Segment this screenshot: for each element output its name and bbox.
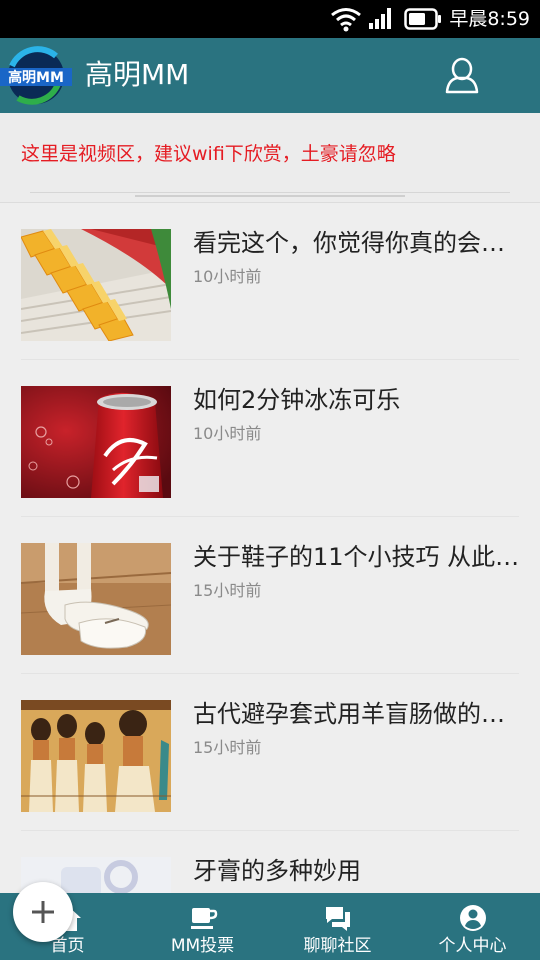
feed-item[interactable]: 如何2分钟冰冻可乐 10小时前 [0,360,540,517]
nav-label: MM投票 [170,936,235,956]
wifi-icon [331,8,361,32]
feed-item-time: 15小时前 [193,738,262,757]
feed-item[interactable]: 看完这个，你觉得你真的会吃水果吗 10小时前 [0,203,540,360]
feed-item-time: 15小时前 [193,581,262,600]
app-title: 高明MM [85,58,190,91]
feed-item-title: 如何2分钟冰冻可乐 [193,386,401,414]
notice-text: 这里是视频区，建议wifi下欣赏，土豪请忽略 [21,143,396,165]
divider [135,195,405,197]
feed-item-title: 看完这个，你觉得你真的会吃水果吗 [193,229,520,257]
logo-text: 高明MM [8,69,64,86]
egyptian-painting-image [21,700,171,812]
status-bar: 早晨8:59 [0,0,540,38]
app-bar: 高明MM 高明MM [0,38,540,113]
nav-vote[interactable]: MM投票 [135,893,270,960]
white-shoes-image [21,543,171,655]
bottom-nav: 首页 MM投票 聊聊社区 个人中心 [0,893,540,960]
add-button[interactable] [13,882,73,942]
feed-item[interactable]: 牙膏的多种妙用 [0,831,540,893]
nav-community[interactable]: 聊聊社区 [270,893,405,960]
fruit-image [21,229,171,341]
feed-item[interactable]: 古代避孕套式用羊盲肠做的你知道吗 15小时前 [0,674,540,831]
cola-can-image [21,386,171,498]
feed-item-title: 古代避孕套式用羊盲肠做的你知道吗 [193,700,520,728]
notice-banner: 这里是视频区，建议wifi下欣赏，土豪请忽略 [0,113,540,203]
feed-item[interactable]: 关于鞋子的11个小技巧 从此穿鞋不再烦恼 15小时前 [0,517,540,674]
nav-profile[interactable]: 个人中心 [405,893,540,960]
app-logo: 高明MM [0,46,72,105]
nav-label: 首页 [50,936,85,956]
status-time: 早晨8:59 [449,8,530,30]
feed-item-title: 牙膏的多种妙用 [193,857,361,885]
account-icon [459,905,486,931]
signal-icon [369,8,391,29]
cup-icon [190,908,217,929]
feed-item-time: 10小时前 [193,267,262,286]
divider [30,192,510,193]
chat-icon [325,907,350,931]
battery-icon [404,8,441,30]
feed-list: 看完这个，你觉得你真的会吃水果吗 10小时前 [0,203,540,893]
user-icon[interactable] [440,54,484,98]
nav-label: 个人中心 [438,936,507,956]
feed-item-time: 10小时前 [193,424,262,443]
feed-item-title: 关于鞋子的11个小技巧 从此穿鞋不再烦恼 [193,543,520,571]
plus-icon [32,901,54,923]
nav-label: 聊聊社区 [303,936,372,956]
